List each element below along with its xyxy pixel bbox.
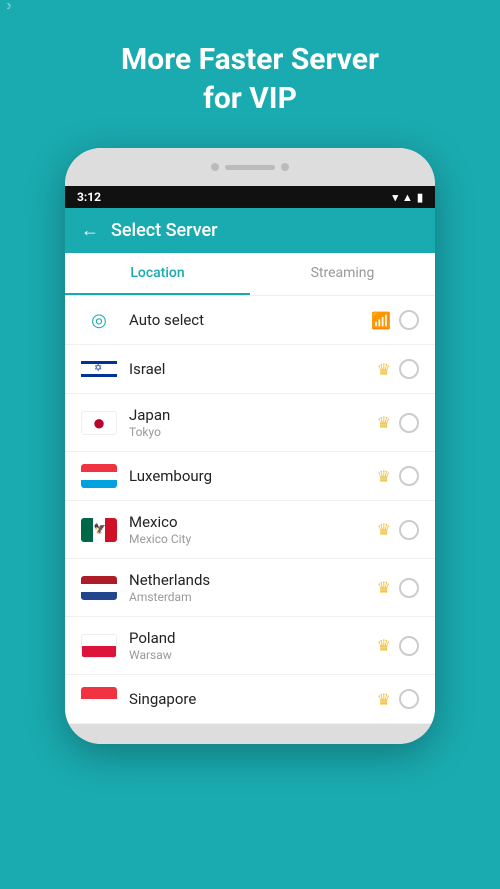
server-name: Luxembourg [129,467,365,485]
back-button[interactable]: ← [81,220,99,241]
server-name: Singapore [129,690,365,708]
server-city: Warsaw [129,648,365,662]
server-info: Poland Warsaw [129,629,365,662]
server-right: ♛ [377,578,419,598]
camera-dot [211,163,219,171]
list-item[interactable]: Netherlands Amsterdam ♛ [65,559,435,617]
server-right: ♛ [377,359,419,379]
radio-button[interactable] [399,466,419,486]
server-info: Singapore [129,690,365,708]
server-city: Amsterdam [129,590,365,604]
list-item[interactable]: ● Japan Tokyo ♛ [65,394,435,452]
server-name: Netherlands [129,571,365,589]
phone-top [65,148,435,186]
crown-icon: ♛ [377,467,391,486]
flag-singapore: ☽ [81,687,117,711]
sensor-dot [281,163,289,171]
server-name: Mexico [129,513,365,531]
star-icon: ✡ [94,364,104,374]
server-city: Tokyo [129,425,365,439]
server-info: Mexico Mexico City [129,513,365,546]
server-name: Israel [129,360,365,378]
radio-button[interactable] [399,520,419,540]
hero-title: More Faster Server for VIP [101,40,399,118]
server-city: Mexico City [129,532,365,546]
crown-icon: ♛ [377,690,391,709]
status-time: 3:12 [77,190,101,204]
auto-icon: ◎ [81,308,117,332]
server-right: ♛ [377,466,419,486]
status-icons: ▾ ▲ ▮ [393,191,423,204]
flag-mexico: 🦅 [81,518,117,542]
server-info: Israel [129,360,365,378]
flag-israel: ✡ [81,357,117,381]
phone-bottom [65,724,435,744]
list-item[interactable]: Luxembourg ♛ [65,452,435,501]
server-right: ♛ [377,520,419,540]
server-info: Auto select [129,311,359,329]
flag-netherlands [81,576,117,600]
radio-button[interactable] [399,359,419,379]
flag-luxembourg [81,464,117,488]
radio-button[interactable] [399,689,419,709]
server-right: ♛ [377,689,419,709]
list-item[interactable]: ✡ Israel ♛ [65,345,435,394]
crown-icon: ♛ [377,520,391,539]
signal-icon: 📶 [371,311,391,330]
tab-bar: Location Streaming [65,253,435,296]
server-name: Japan [129,406,365,424]
radio-button[interactable] [399,636,419,656]
header-title: Select Server [111,220,218,241]
list-item[interactable]: ☽ Singapore ♛ [65,675,435,724]
phone-mockup: 3:12 ▾ ▲ ▮ ← Select Server Location Stre… [65,148,435,744]
speaker-bar [225,165,275,170]
server-list: ◎ Auto select 📶 ✡ Israel ♛ [65,296,435,724]
radio-button[interactable] [399,310,419,330]
server-name: Auto select [129,311,359,329]
crown-icon: ♛ [377,636,391,655]
wifi-icon: ▾ [393,191,399,204]
battery-icon: ▮ [417,191,423,204]
status-bar: 3:12 ▾ ▲ ▮ [65,186,435,208]
tab-location[interactable]: Location [65,253,250,295]
server-info: Luxembourg [129,467,365,485]
radio-button[interactable] [399,578,419,598]
crown-icon: ♛ [377,360,391,379]
server-right: ♛ [377,636,419,656]
signal-bars-icon: ▲ [402,191,413,204]
list-item[interactable]: ◎ Auto select 📶 [65,296,435,345]
server-right: 📶 [371,310,419,330]
server-right: ♛ [377,413,419,433]
flag-japan: ● [81,411,117,435]
server-info: Japan Tokyo [129,406,365,439]
radio-button[interactable] [399,413,419,433]
app-header: ← Select Server [65,208,435,253]
flag-poland [81,634,117,658]
crown-icon: ♛ [377,578,391,597]
server-name: Poland [129,629,365,647]
server-info: Netherlands Amsterdam [129,571,365,604]
tab-streaming[interactable]: Streaming [250,253,435,295]
list-item[interactable]: 🦅 Mexico Mexico City ♛ [65,501,435,559]
crown-icon: ♛ [377,413,391,432]
list-item[interactable]: Poland Warsaw ♛ [65,617,435,675]
